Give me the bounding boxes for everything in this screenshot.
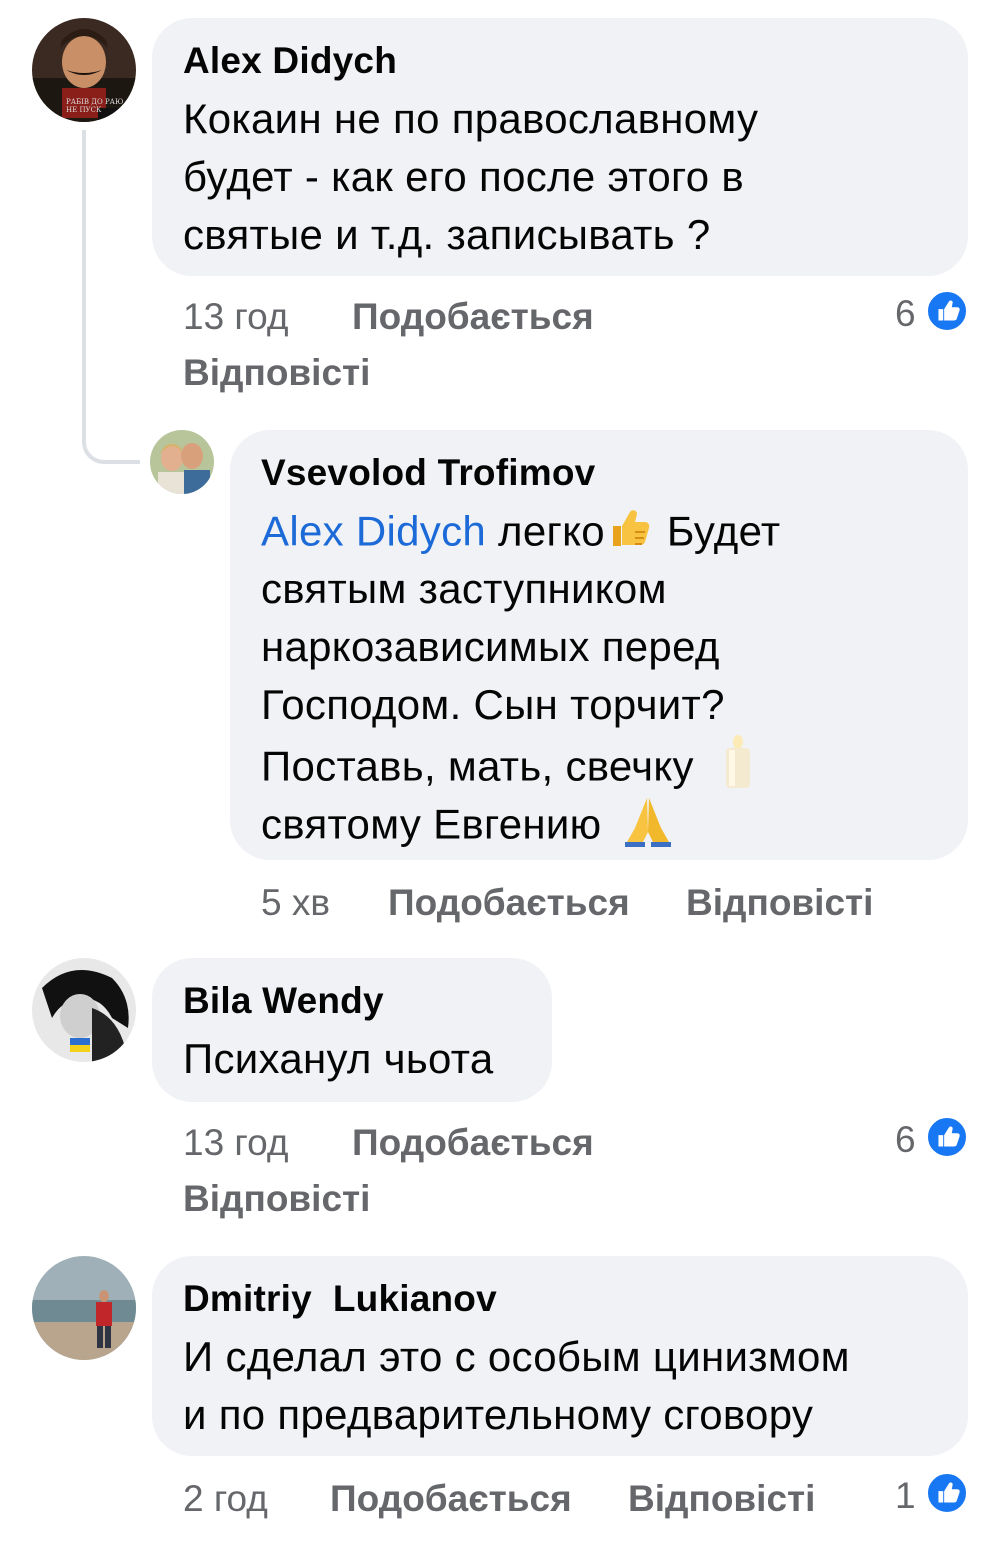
comment-text-line: святым заступником bbox=[261, 565, 667, 612]
reply-thread-line bbox=[82, 130, 140, 464]
comment-timestamp[interactable]: 2 год bbox=[183, 1478, 268, 1520]
reaction-count[interactable]: 6 bbox=[895, 1119, 916, 1161]
comment-author[interactable]: Alex Didych bbox=[183, 40, 397, 82]
comment-text-line: святому Евгению bbox=[261, 792, 677, 863]
avatar[interactable] bbox=[32, 958, 136, 1062]
avatar[interactable] bbox=[32, 1256, 136, 1360]
comment-text-line: и по предварительному сговору bbox=[183, 1391, 814, 1438]
candle-emoji bbox=[720, 734, 756, 805]
comment-text-line: Кокаин не по православному bbox=[183, 95, 759, 142]
reply-button[interactable]: Відповісті bbox=[628, 1478, 815, 1520]
like-button[interactable]: Подобається bbox=[352, 296, 594, 338]
comment-author[interactable]: Vsevolod Trofimov bbox=[261, 452, 595, 494]
avatar[interactable] bbox=[150, 430, 214, 494]
thumbs-up-icon[interactable] bbox=[926, 290, 968, 332]
reply-button[interactable]: Відповісті bbox=[183, 352, 370, 394]
comment-author[interactable]: Dmitriy Lukianov bbox=[183, 1278, 497, 1320]
avatar-caption: РАБІВ ДО РАЮ НЕ ПУСК bbox=[66, 98, 124, 114]
comment-timestamp[interactable]: 13 год bbox=[183, 296, 288, 338]
comment-text-line: святые и т.д. записывать ? bbox=[183, 211, 711, 258]
reaction-count[interactable]: 1 bbox=[895, 1475, 916, 1517]
like-button[interactable]: Подобається bbox=[388, 882, 630, 924]
comment-text-fragment: святому Евгению bbox=[261, 800, 602, 848]
reaction-count[interactable]: 6 bbox=[895, 293, 916, 335]
folded-hands-emoji bbox=[619, 792, 677, 863]
comment-text-line: Психанул чьота bbox=[183, 1035, 494, 1082]
thumbs-up-icon[interactable] bbox=[926, 1472, 968, 1514]
comment-text-line: Господом. Сын торчит? bbox=[261, 681, 725, 728]
comment-text-fragment: Поставь, мать, свечку bbox=[261, 742, 694, 790]
mention-link[interactable]: Alex Didych bbox=[261, 508, 486, 555]
comment-text-line: наркозависимых перед bbox=[261, 623, 720, 670]
comment-text-line: И сделал это с особым цинизмом bbox=[183, 1333, 850, 1380]
comment-text-fragment: легко bbox=[498, 507, 605, 555]
avatar[interactable]: РАБІВ ДО РАЮ НЕ ПУСК bbox=[32, 18, 136, 122]
comment-text-line: будет - как его после этого в bbox=[183, 153, 744, 200]
comment-text-line: Alex Didych легко Будет bbox=[261, 502, 780, 567]
reply-button[interactable]: Відповісті bbox=[686, 882, 873, 924]
comment-author[interactable]: Bila Wendy bbox=[183, 980, 384, 1022]
like-button[interactable]: Подобається bbox=[330, 1478, 572, 1520]
like-button[interactable]: Подобається bbox=[352, 1122, 594, 1164]
thumbs-up-icon[interactable] bbox=[926, 1116, 968, 1158]
thumbs-up-emoji bbox=[605, 502, 655, 567]
comment-timestamp[interactable]: 13 год bbox=[183, 1122, 288, 1164]
comment-text-fragment: Будет bbox=[666, 507, 781, 555]
reply-button[interactable]: Відповісті bbox=[183, 1178, 370, 1220]
comment-timestamp[interactable]: 5 хв bbox=[261, 882, 330, 924]
